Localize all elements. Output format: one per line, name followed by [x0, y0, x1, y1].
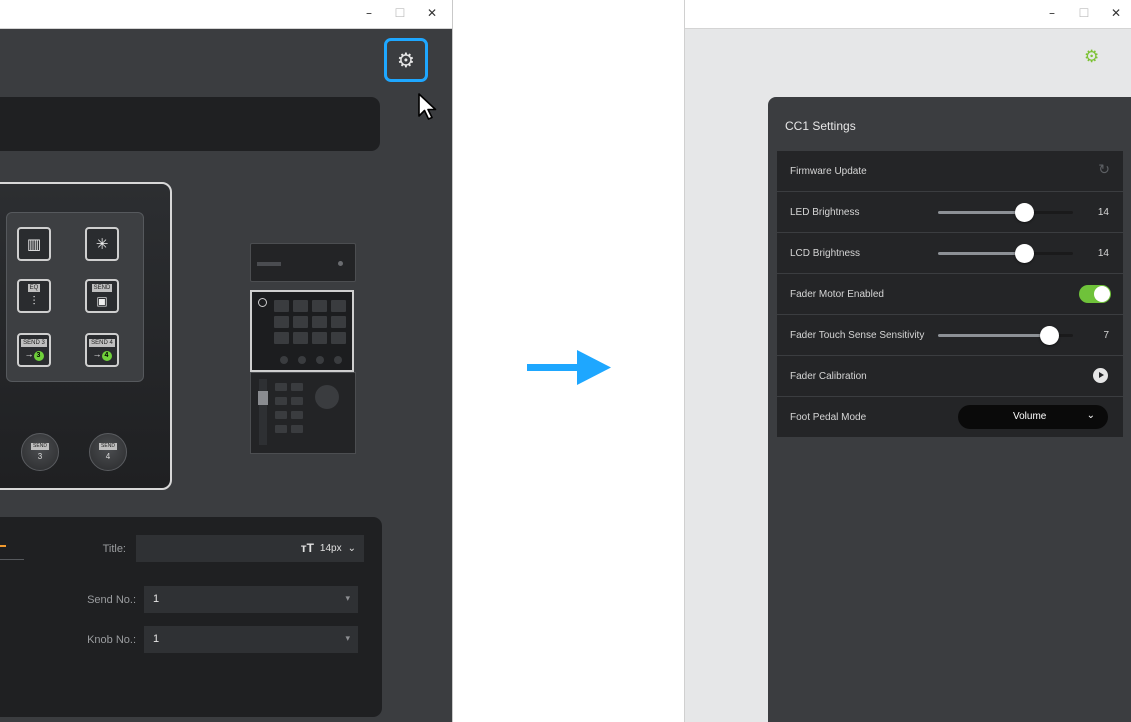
- select-value: Volume: [1013, 411, 1047, 422]
- knob-no-value: 1: [153, 633, 160, 645]
- row-label: LCD Brightness: [790, 248, 861, 259]
- piano-icon: ▥: [26, 234, 42, 253]
- right-arrow-icon: [527, 350, 611, 385]
- pad-tag: SEND: [91, 283, 113, 292]
- pad-tag: SEND 4: [89, 339, 115, 347]
- slider-thumb[interactable]: [1015, 203, 1035, 222]
- send-no-value: 1: [153, 593, 160, 605]
- caret-down-icon: ▾: [345, 593, 350, 603]
- lcd-brightness-row: LCD Brightness 14: [777, 233, 1123, 274]
- send4-pad[interactable]: SEND 4 → 4: [85, 333, 119, 367]
- fader-touch-sensitivity-slider[interactable]: [938, 326, 1073, 345]
- settings-button[interactable]: ⚙: [384, 38, 428, 82]
- monitor-icon: ▣: [96, 293, 108, 308]
- row-value: 14: [1097, 248, 1109, 259]
- gear-icon: ⚙: [397, 48, 415, 72]
- tab-underline: [0, 559, 24, 560]
- send-pad[interactable]: SEND ▣: [85, 279, 119, 313]
- row-label: Fader Motor Enabled: [790, 289, 884, 300]
- minimize-button[interactable]: –: [1045, 6, 1059, 20]
- fader-touch-sensitivity-row: Fader Touch Sense Sensitivity 7: [777, 315, 1123, 356]
- row-label: Fader Calibration: [790, 371, 867, 382]
- mouse-cursor-icon: [418, 93, 437, 120]
- firmware-update-row[interactable]: Firmware Update ↻: [777, 151, 1123, 192]
- fader-motor-row: Fader Motor Enabled: [777, 274, 1123, 315]
- right-app-window: – ☐ ✕ ⚙ CC1 Settings Firmware Update ↻ L…: [684, 0, 1131, 722]
- knob-number: 4: [105, 452, 111, 461]
- foot-pedal-mode-select[interactable]: Volume ⌄: [958, 405, 1108, 429]
- arrow-number-icon: → 3: [25, 349, 44, 361]
- row-label: Fader Touch Sense Sensitivity: [790, 330, 925, 341]
- top-name-bar[interactable]: [0, 97, 380, 151]
- send-knob-4[interactable]: SEND 4: [89, 433, 127, 471]
- right-title-bar: – ☐ ✕: [685, 0, 1131, 29]
- mini-device-selected[interactable]: [250, 290, 354, 372]
- eq-icon: ⫶: [32, 293, 36, 308]
- play-icon[interactable]: [1093, 368, 1108, 383]
- knob-tag: SEND: [31, 443, 49, 450]
- piano-pad[interactable]: ▥: [17, 227, 51, 261]
- row-value: 14: [1097, 207, 1109, 218]
- mini-device-bottom[interactable]: [250, 372, 356, 454]
- close-button[interactable]: ✕: [425, 6, 439, 20]
- settings-panel: CC1 Settings Firmware Update ↻ LED Brigh…: [768, 97, 1131, 722]
- row-value: 7: [1103, 330, 1109, 341]
- settings-title: CC1 Settings: [785, 119, 856, 133]
- chevron-down-icon: ⌄: [1086, 410, 1095, 421]
- title-input[interactable]: тT 14px ⌄: [136, 535, 364, 562]
- minimize-button[interactable]: –: [362, 6, 376, 20]
- left-app-window: – ☐ ✕ ⚙ ▥ ✳ EQ ⫶ SEND ▣ SEND 3 → 3 SEND 4: [0, 0, 453, 722]
- mini-device-top[interactable]: [250, 243, 356, 282]
- font-style-icon[interactable]: тT: [301, 541, 314, 555]
- slider-thumb[interactable]: [1039, 326, 1059, 345]
- refresh-icon[interactable]: ↻: [1098, 162, 1110, 178]
- pad-tag: SEND 3: [21, 339, 47, 347]
- font-size-select[interactable]: 14px: [320, 543, 342, 554]
- knob-tag: SEND: [99, 443, 117, 450]
- active-tab-marker: [0, 545, 6, 547]
- close-button[interactable]: ✕: [1109, 6, 1123, 20]
- send-no-label: Send No.:: [87, 594, 136, 606]
- foot-pedal-mode-row: Foot Pedal Mode Volume ⌄: [777, 397, 1123, 438]
- send-no-select[interactable]: 1 ▾: [144, 586, 358, 613]
- send-knob-3[interactable]: SEND 3: [21, 433, 59, 471]
- maximize-button[interactable]: ☐: [1077, 6, 1091, 20]
- fader-motor-toggle[interactable]: [1079, 285, 1111, 303]
- arrow-number-icon: → 4: [93, 349, 112, 361]
- fader-calibration-row[interactable]: Fader Calibration: [777, 356, 1123, 397]
- left-title-bar: – ☐ ✕: [0, 0, 452, 29]
- row-label: Firmware Update: [790, 166, 867, 177]
- send3-pad[interactable]: SEND 3 → 3: [17, 333, 51, 367]
- led-brightness-row: LED Brightness 14: [777, 192, 1123, 233]
- snowflake-icon: ✳: [95, 234, 109, 253]
- knob-no-select[interactable]: 1 ▾: [144, 626, 358, 653]
- pad-grid: ▥ ✳ EQ ⫶ SEND ▣ SEND 3 → 3 SEND 4 → 4: [6, 212, 144, 382]
- title-label: Title:: [102, 543, 126, 555]
- settings-list: Firmware Update ↻ LED Brightness 14 LCD …: [777, 151, 1123, 438]
- led-brightness-slider[interactable]: [938, 203, 1073, 222]
- chevron-down-icon[interactable]: ⌄: [348, 543, 356, 554]
- knob-number: 3: [37, 452, 43, 461]
- snowflake-pad[interactable]: ✳: [85, 227, 119, 261]
- knob-no-label: Knob No.:: [87, 634, 136, 646]
- slider-thumb[interactable]: [1015, 244, 1035, 263]
- caret-down-icon: ▾: [345, 633, 350, 643]
- gear-icon[interactable]: ⚙: [1084, 49, 1099, 66]
- eq-pad[interactable]: EQ ⫶: [17, 279, 51, 313]
- lcd-brightness-slider[interactable]: [938, 244, 1073, 263]
- row-label: LED Brightness: [790, 207, 860, 218]
- row-label: Foot Pedal Mode: [790, 412, 867, 423]
- maximize-button[interactable]: ☐: [393, 6, 407, 20]
- properties-panel: Title: тT 14px ⌄ Send No.: 1 ▾ Knob No.:…: [0, 517, 382, 717]
- pad-tag: EQ: [27, 283, 41, 292]
